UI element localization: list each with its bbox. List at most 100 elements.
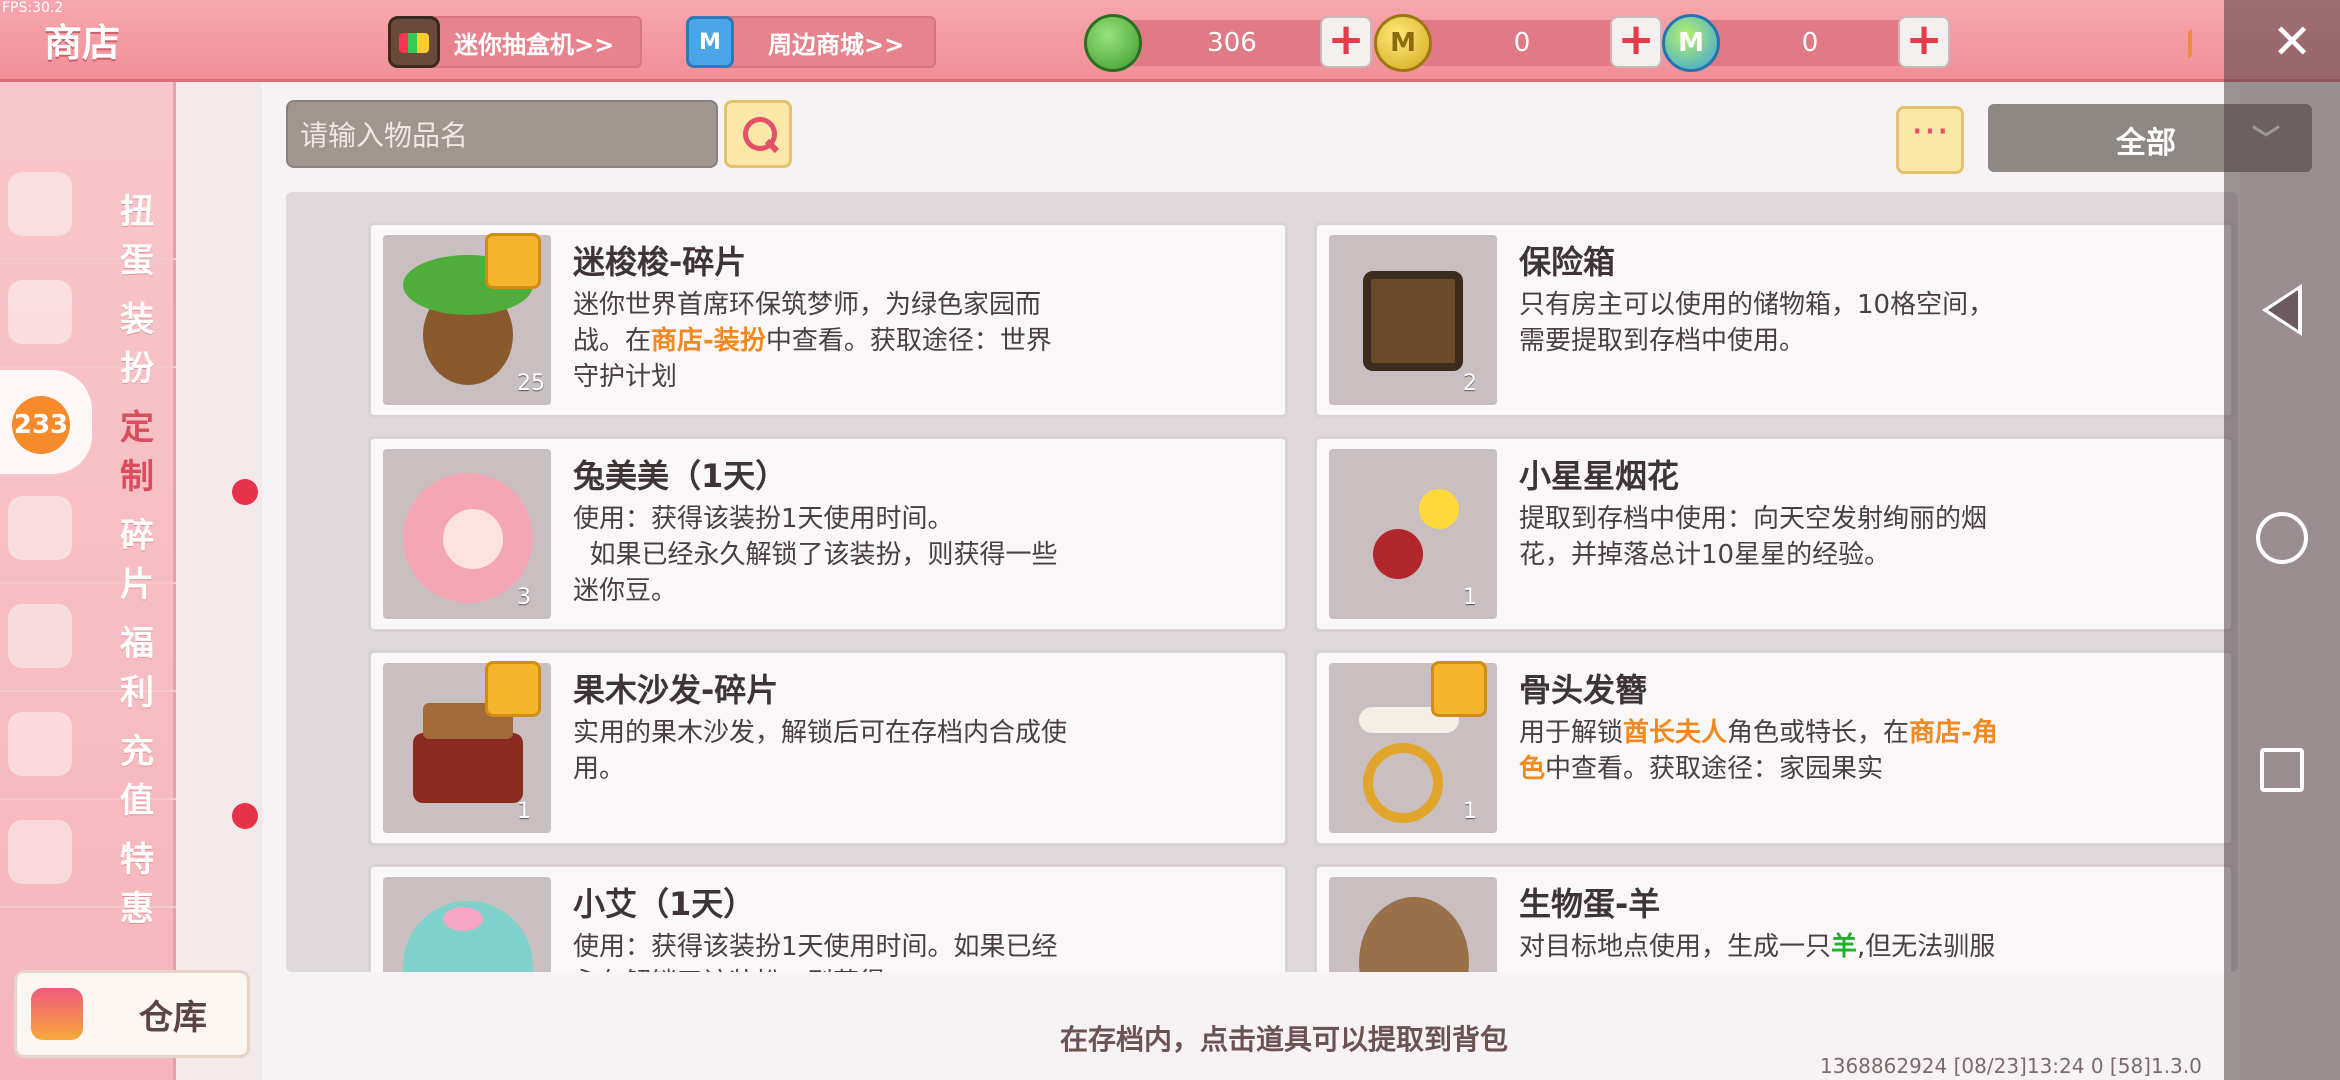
sidebar-item-welfare[interactable]: 福利 bbox=[0, 586, 176, 713]
item-description: 使用：获得该装扮1天使用时间。如果已经永久解锁了该装扮，则获得 bbox=[573, 932, 1058, 972]
sidebar-item-label: 装扮 bbox=[120, 300, 154, 389]
recharge-icon bbox=[8, 712, 72, 776]
list-item[interactable]: 1 骨头发簪 用于解锁酋长夫人角色或特长，在商店-角色中查看。获取途径：家园果实 bbox=[1314, 650, 2234, 846]
desc-highlight[interactable]: 酋长夫人 bbox=[1623, 718, 1727, 748]
desc-text: 用于解锁 bbox=[1519, 718, 1624, 748]
list-item[interactable]: 3 兔美美（1天） 使用：获得该装扮1天使用时间。 如果已经永久解锁了该装扮，则… bbox=[368, 436, 1288, 632]
deal-notification-dot bbox=[232, 803, 258, 829]
desc-text: 中查看。获取途径：家园果实 bbox=[1545, 754, 1884, 784]
shard-notification-dot bbox=[232, 479, 258, 505]
mini-gacha-label: 迷你抽盒机>> bbox=[454, 30, 615, 59]
desc-highlight: 羊 bbox=[1831, 932, 1858, 962]
search-icon[interactable] bbox=[724, 100, 792, 168]
list-item[interactable]: 1 果木沙发-碎片 实用的果木沙发，解锁后可在存档内合成使用。 bbox=[368, 650, 1288, 846]
desc-text: 只有房主可以使用的储物箱，10格空间， bbox=[1519, 290, 1995, 320]
sidebar-item-custom[interactable]: 233 定制 bbox=[0, 370, 154, 497]
add-mini-bean-button[interactable]: + bbox=[1898, 16, 1950, 68]
item-description: 用于解锁酋长夫人角色或特长，在商店-角色中查看。获取途径：家园果实 bbox=[1519, 715, 2019, 787]
merch-store-link[interactable]: M 周边商城>> bbox=[686, 16, 936, 68]
puzzle-piece-icon bbox=[485, 661, 541, 717]
desc-text: 角色或特长，在 bbox=[1727, 718, 1910, 748]
build-info: 1368862924 [08/23]13:24 0 [58]1.3.0 bbox=[1820, 1054, 2202, 1078]
mini-bean-value: 0 bbox=[1801, 28, 1819, 58]
currency-gold-coin: M 0 + bbox=[1374, 14, 1662, 72]
currency-green-gem: 306 + bbox=[1084, 14, 1372, 72]
gacha-machine-icon bbox=[388, 16, 440, 68]
list-item[interactable]: 生物蛋-羊 对目标地点使用，生成一只羊,但无法驯服 bbox=[1314, 864, 2234, 972]
sidebar-item-shard[interactable]: 碎片 bbox=[0, 478, 176, 605]
list-item[interactable]: 小艾（1天） 使用：获得该装扮1天使用时间。如果已经永久解锁了该装扮，则获得 bbox=[368, 864, 1288, 972]
add-green-gem-button[interactable]: + bbox=[1320, 16, 1372, 68]
close-icon[interactable]: ✕ bbox=[2272, 14, 2312, 70]
desc-text: 如果已经永久解锁了该装扮，则获得一些迷你豆。 bbox=[573, 540, 1058, 606]
mini-bean-icon: M bbox=[1662, 14, 1720, 72]
item-quantity: 1 bbox=[1463, 585, 1477, 610]
item-name: 保险箱 bbox=[1519, 243, 1616, 281]
outfit-icon bbox=[8, 280, 72, 344]
list-item[interactable]: 25 迷梭梭-碎片 迷你世界首席环保筑梦师，为绿色家园而战。在商店-装扮中查看。… bbox=[368, 222, 1288, 418]
desc-highlight[interactable]: 商店-装扮 bbox=[651, 326, 766, 356]
top-bar: FPS:30.2 商店 迷你抽盒机>> M 周边商城>> 306 + M 0 +… bbox=[0, 0, 2340, 82]
item-name: 迷梭梭-碎片 bbox=[573, 243, 747, 281]
item-thumbnail bbox=[383, 877, 551, 972]
currency-mini-bean: M 0 + bbox=[1662, 14, 1950, 72]
desc-text: ,但无法驯服 bbox=[1857, 932, 1996, 962]
puzzle-piece-icon bbox=[485, 233, 541, 289]
signal-icon bbox=[2162, 28, 2192, 58]
item-name: 兔美美（1天） bbox=[573, 457, 788, 495]
item-description: 迷你世界首席环保筑梦师，为绿色家园而战。在商店-装扮中查看。获取途径：世界守护计… bbox=[573, 287, 1073, 395]
item-list: 25 迷梭梭-碎片 迷你世界首席环保筑梦师，为绿色家园而战。在商店-装扮中查看。… bbox=[286, 192, 2238, 972]
shard-icon bbox=[8, 496, 72, 560]
item-description: 对目标地点使用，生成一只羊,但无法驯服 bbox=[1519, 929, 2019, 965]
custom-badge: 233 bbox=[12, 396, 70, 454]
sidebar-item-outfit[interactable]: 装扮 bbox=[0, 262, 176, 389]
item-name: 生物蛋-羊 bbox=[1519, 885, 1661, 923]
shopping-bag-icon: M bbox=[686, 16, 734, 68]
recent-apps-icon[interactable] bbox=[2260, 748, 2304, 792]
item-description: 提取到存档中使用：向天空发射绚丽的烟花，并掉落总计10星星的经验。 bbox=[1519, 504, 1988, 570]
desc-text: 使用：获得该装扮1天使用时间。 bbox=[573, 504, 954, 534]
sidebar-item-recharge[interactable]: 充值 bbox=[0, 694, 176, 821]
gold-coin-icon: M bbox=[1374, 14, 1432, 72]
merch-store-label: 周边商城>> bbox=[768, 30, 905, 59]
sidebar-item-deal[interactable]: 特惠 bbox=[0, 802, 176, 929]
green-gem-icon bbox=[1084, 14, 1142, 72]
warehouse-label: 仓库 bbox=[139, 997, 207, 1038]
item-name: 小星星烟花 bbox=[1519, 457, 1680, 495]
warehouse-icon bbox=[31, 988, 83, 1040]
sidebar-item-label: 特惠 bbox=[120, 840, 154, 929]
desc-text: 需要提取到存档中使用。 bbox=[1519, 326, 1806, 356]
page-title: 商店 bbox=[44, 21, 121, 65]
item-quantity: 1 bbox=[1463, 799, 1477, 824]
item-description: 只有房主可以使用的储物箱，10格空间， 需要提取到存档中使用。 bbox=[1519, 287, 2019, 359]
sidebar-item-gacha[interactable]: 扭蛋 bbox=[0, 154, 176, 281]
category-sidebar: 扭蛋 装扮 233 定制 碎片 福利 充值 特惠 bbox=[0, 82, 176, 1080]
home-icon[interactable] bbox=[2256, 512, 2308, 564]
list-item[interactable]: 1 小星星烟花 提取到存档中使用：向天空发射绚丽的烟花，并掉落总计10星星的经验… bbox=[1314, 436, 2234, 632]
item-thumbnail bbox=[1329, 877, 1497, 972]
list-item[interactable]: 2 保险箱 只有房主可以使用的储物箱，10格空间， 需要提取到存档中使用。 bbox=[1314, 222, 2234, 418]
deal-icon bbox=[8, 820, 72, 884]
item-quantity: 25 bbox=[517, 371, 545, 396]
item-quantity: 3 bbox=[517, 585, 531, 610]
gift-icon bbox=[8, 604, 72, 668]
mini-gacha-link[interactable]: 迷你抽盒机>> bbox=[388, 16, 642, 68]
footer-tip: 在存档内，点击道具可以提取到背包 bbox=[1060, 1023, 1509, 1056]
item-name: 骨头发簪 bbox=[1519, 671, 1648, 709]
puzzle-piece-icon bbox=[1431, 661, 1487, 717]
item-description: 使用：获得该装扮1天使用时间。 如果已经永久解锁了该装扮，则获得一些迷你豆。 bbox=[573, 501, 1073, 609]
item-name: 果木沙发-碎片 bbox=[573, 671, 779, 709]
desc-text: 对目标地点使用，生成一只 bbox=[1519, 932, 1832, 962]
filter-value: 全部 bbox=[2116, 126, 2176, 161]
gacha-icon bbox=[8, 172, 72, 236]
add-gold-coin-button[interactable]: + bbox=[1610, 16, 1662, 68]
green-gem-value: 306 bbox=[1207, 28, 1257, 58]
item-name: 小艾（1天） bbox=[573, 885, 756, 923]
item-description: 实用的果木沙发，解锁后可在存档内合成使用。 bbox=[573, 718, 1068, 784]
gold-coin-value: 0 bbox=[1513, 28, 1531, 58]
back-icon[interactable] bbox=[2262, 284, 2302, 336]
more-options-button[interactable]: ··· bbox=[1896, 106, 1964, 174]
item-quantity: 2 bbox=[1463, 371, 1477, 396]
warehouse-button[interactable]: 仓库 bbox=[14, 970, 250, 1058]
search-input[interactable]: 请输入物品名 bbox=[286, 100, 718, 168]
